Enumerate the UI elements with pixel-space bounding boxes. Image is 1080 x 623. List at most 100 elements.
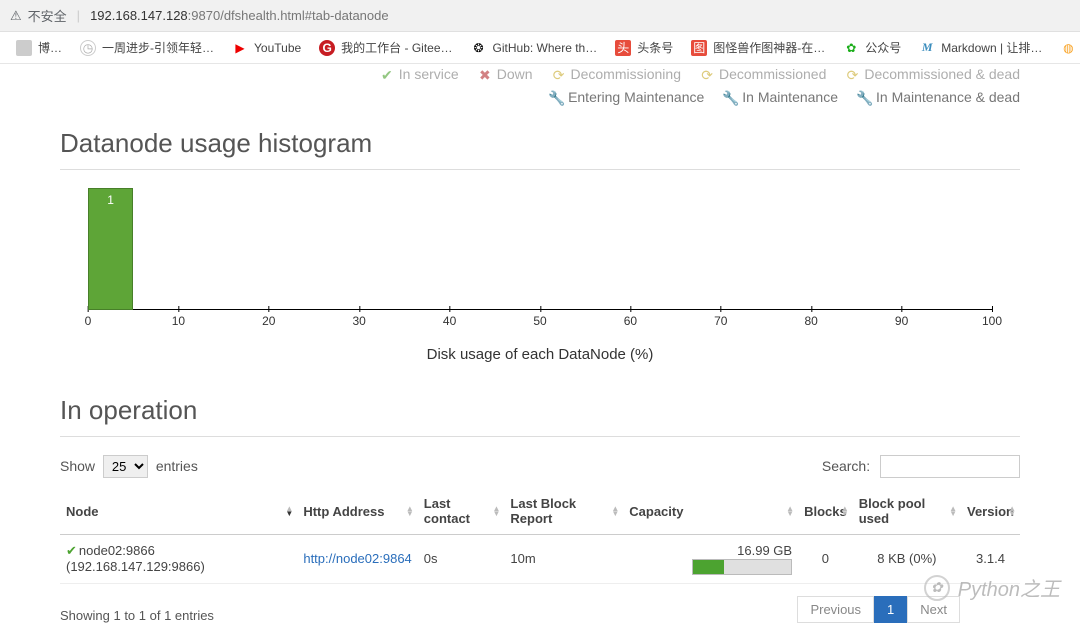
search-label: Search: [822,458,870,474]
column-header[interactable]: Http Address▲▼ [297,488,417,535]
legend-label: In service [399,66,459,82]
legend-icon: ✔ [379,67,393,81]
cell-http: http://node02:9864 [297,535,417,584]
bookmark-item[interactable]: G 我的工作台 - Gitee… [311,35,460,60]
tick: 60 [624,314,637,328]
cell-capacity: 16.99 GB [623,535,798,584]
bookmark-label: Markdown | 让排… [941,39,1042,56]
separator: | [77,8,80,23]
lc-icon: ◍ [1060,40,1076,56]
search-input[interactable] [880,455,1020,478]
bookmark-label: 图怪兽作图神器-在… [713,39,825,56]
cell-last-contact: 0s [418,535,505,584]
column-header[interactable]: Node▲▼ [60,488,297,535]
url[interactable]: 192.168.147.128:9870/dfshealth.html#tab-… [90,8,389,23]
datanode-table: Node▲▼Http Address▲▼Last contact▲▼Last B… [60,488,1020,584]
gzh-icon: ✿ [843,40,859,56]
legend-label: In Maintenance [742,89,838,105]
page-size-control: Show 25 entries [60,455,198,478]
histogram: 01020304050607080901001 [60,188,1020,338]
bookmark-item[interactable]: ◍力扣（LeetCode）… [1052,35,1080,60]
histogram-bar: 1 [88,188,133,310]
column-label: Node [66,504,99,519]
gitee-icon: G [319,40,335,56]
legend-icon: ⟳ [844,67,858,81]
sort-icon: ▲▼ [786,506,794,516]
tick: 20 [262,314,275,328]
next-button[interactable]: Next [907,596,960,623]
column-header[interactable]: Last Block Report▲▼ [504,488,623,535]
legend-item: 🔧 Entering Maintenance [548,89,704,105]
bookmark-label: 我的工作台 - Gitee… [341,39,452,56]
clock-icon: ◷ [80,40,96,56]
tick: 100 [982,314,1002,328]
insecure-badge: ⚠ 不安全 [10,6,67,25]
bookmark-label: GitHub: Where th… [493,41,598,55]
legend-item: 🔧In Maintenance & dead [856,89,1020,105]
legend-item: ⟳ Decommissioned & dead [844,66,1020,82]
legend-item: ✖Down [477,66,533,82]
legend-label: Down [497,66,533,82]
bookmark-label: YouTube [254,41,301,55]
tick: 80 [805,314,818,328]
legend-label: Entering Maintenance [568,89,704,105]
legend-label: Decommissioning [571,66,681,82]
sort-icon: ▲▼ [406,506,414,516]
bookmark-item[interactable]: 头头条号 [607,35,681,60]
histogram-xlabel: Disk usage of each DataNode (%) [60,346,1020,363]
tick: 10 [172,314,185,328]
address-bar: ⚠ 不安全 | 192.168.147.128:9870/dfshealth.h… [0,0,1080,32]
sort-icon: ▲▼ [841,506,849,516]
column-header[interactable]: Block pool used▲▼ [853,488,961,535]
table-info: Showing 1 to 1 of 1 entries [60,608,214,623]
tick: 30 [353,314,366,328]
bookmark-label: 公众号 [865,39,901,56]
cell-node: ✔node02:9866 (192.168.147.129:9866) [60,535,297,584]
page-number[interactable]: 1 [874,596,907,623]
bookmark-item[interactable]: ◷ 一周进步-引领年轻… [72,35,222,60]
column-header[interactable]: Last contact▲▼ [418,488,505,535]
page-size-select[interactable]: 25 [103,455,148,478]
bookmark-item[interactable]: MMarkdown | 让排… [911,35,1050,60]
tu-icon: 图 [691,40,707,56]
bookmark-label: 一周进步-引领年轻… [102,39,214,56]
tick: 0 [85,314,92,328]
legend-item: ⟳Decommissioned [699,66,826,82]
bar-value: 1 [89,193,132,207]
tick: 70 [714,314,727,328]
histogram-title: Datanode usage histogram [60,128,1020,159]
http-address-link[interactable]: http://node02:9864 [303,551,411,566]
column-header[interactable]: Capacity ▲▼ [623,488,798,535]
divider [60,169,1020,170]
grey-icon [16,40,32,56]
column-header[interactable]: Blocks▲▼ [798,488,853,535]
bookmark-item[interactable]: 博… [8,35,70,60]
legend: ✔In service✖Down⟳Decommissioning⟳Decommi… [60,64,1020,106]
bookmark-item[interactable]: ❂GitHub: Where th… [463,36,606,60]
column-header[interactable]: Version▲▼ [961,488,1020,535]
cell-block-pool: 8 KB (0%) [853,535,961,584]
bookmark-item[interactable]: 图图怪兽作图神器-在… [683,35,833,60]
table-controls: Show 25 entries Search: [60,455,1020,478]
legend-icon: ⟳ [699,67,713,81]
bookmark-item[interactable]: ✿ 公众号 [835,35,909,60]
legend-item: ⟳Decommissioning [551,66,681,82]
show-prefix: Show [60,458,95,474]
bookmark-label: 博… [38,39,62,56]
warning-icon: ⚠ [10,8,22,24]
divider [60,436,1020,437]
operation-title: In operation [60,395,1020,426]
legend-label: Decommissioned & dead [864,66,1020,82]
column-label: Version [967,504,1014,519]
column-label: Block pool used [859,496,925,526]
prev-button[interactable]: Previous [797,596,874,623]
bookmark-item[interactable]: ▶YouTube [224,36,309,60]
show-suffix: entries [156,458,198,474]
legend-icon: 🔧 [548,90,562,104]
url-path: :9870/dfshealth.html#tab-datanode [188,8,389,23]
status-ok-icon: ✔ [66,543,77,558]
legend-label: In Maintenance & dead [876,89,1020,105]
column-label: Capacity [629,504,683,519]
column-label: Last contact [424,496,470,526]
tick: 90 [895,314,908,328]
